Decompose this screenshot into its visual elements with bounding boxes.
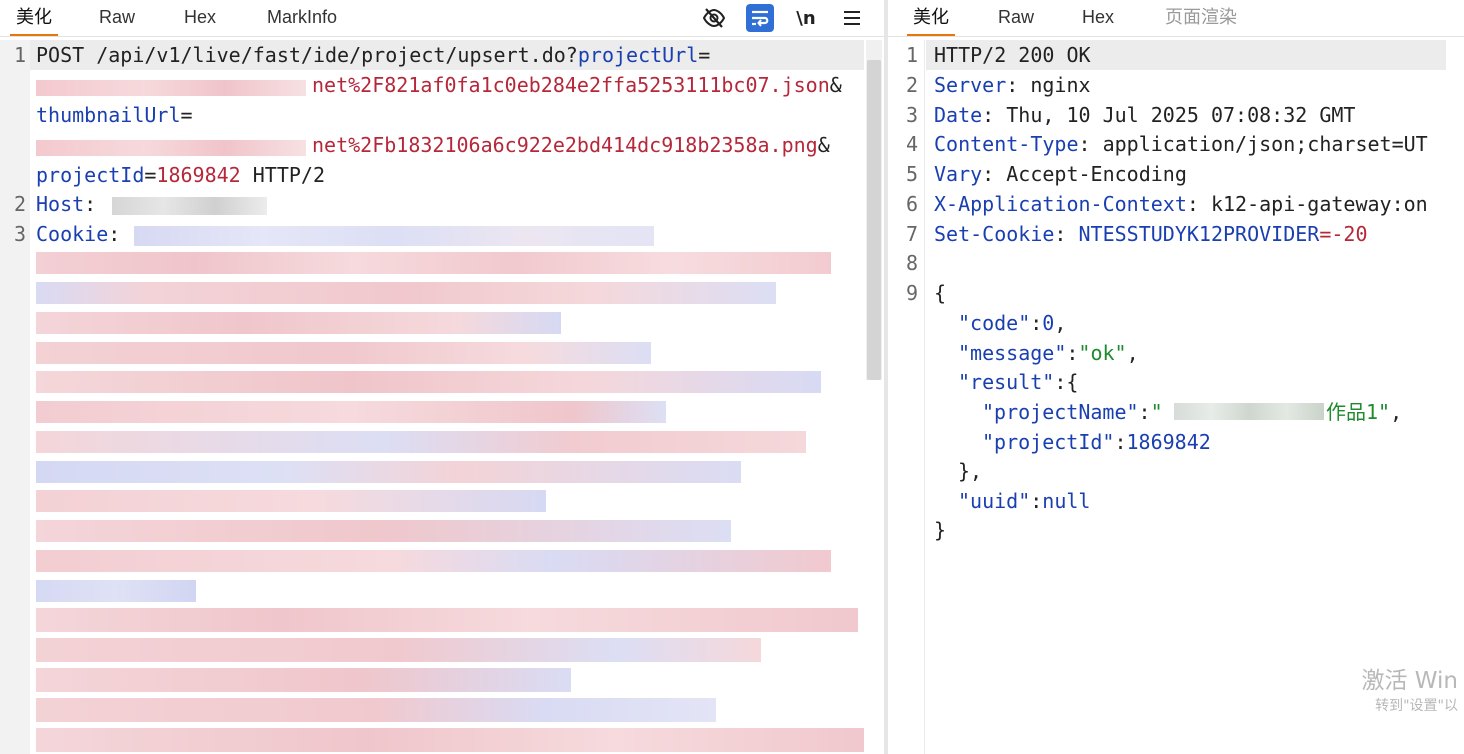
line-number: 8	[905, 251, 918, 275]
line-number: 6	[905, 192, 918, 216]
redacted-block	[36, 638, 761, 662]
url-param-value: net%2Fb1832106a6c922e2bd414dc918b2358a.p…	[312, 133, 830, 157]
redacted-block	[36, 431, 806, 453]
line-number: 2	[905, 73, 918, 97]
cookie-header: Cookie:	[36, 222, 133, 246]
request-panel: 美化 Raw Hex MarkInfo \n 1 2 3 POST /api/v…	[0, 0, 884, 754]
activation-watermark-title: 激活 Win	[1361, 668, 1458, 694]
redacted-block	[36, 282, 776, 304]
response-header: X-Application-Context: k12-api-gateway:o…	[934, 192, 1428, 216]
json-open-brace: {	[934, 281, 947, 305]
redacted-block	[36, 668, 571, 692]
response-header: Content-Type: application/json;charset=U…	[934, 132, 1428, 156]
json-message-line: "message":"ok",	[958, 341, 1139, 365]
redacted-block	[36, 342, 651, 364]
host-header: Host:	[36, 192, 109, 216]
redacted-block	[36, 371, 821, 393]
json-code-line: "code":0,	[958, 311, 1067, 335]
tab-render[interactable]: 页面渲染	[1165, 0, 1237, 35]
response-header: Set-Cookie: NTESSTUDYK12PROVIDER=-20	[934, 222, 1368, 246]
response-header: Vary: Accept-Encoding	[934, 162, 1187, 186]
json-projectname-line: "projectName":"	[982, 400, 1163, 424]
redacted-block	[36, 698, 716, 722]
word-wrap-icon[interactable]	[746, 4, 774, 32]
newline-icon[interactable]: \n	[792, 4, 820, 32]
line-number: 1	[13, 43, 26, 67]
menu-icon[interactable]	[838, 4, 866, 32]
response-header: Server: nginx	[934, 73, 1091, 97]
redacted-block	[36, 490, 546, 512]
url-param-value: net%2F821af0fa1c0eb284e2ffa5253111bc07.j…	[312, 73, 842, 97]
status-line: HTTP/2 200 OK	[934, 43, 1091, 67]
line-number: 4	[905, 132, 918, 156]
request-tabbar: 美化 Raw Hex MarkInfo \n	[0, 0, 884, 37]
redacted-block	[36, 461, 741, 483]
request-line: POST /api/v1/live/fast/ide/project/upser…	[36, 43, 711, 67]
tab-hex[interactable]: Hex	[1082, 0, 1114, 35]
json-result-close: },	[958, 459, 983, 483]
tab-raw[interactable]: Raw	[998, 0, 1034, 35]
response-tabbar: 美化 Raw Hex 页面渲染	[888, 0, 1464, 37]
redacted-block	[36, 401, 666, 423]
redacted-block	[36, 312, 561, 334]
redacted-block	[1174, 403, 1324, 420]
tab-pretty[interactable]: 美化	[907, 0, 955, 36]
response-header: Date: Thu, 10 Jul 2025 07:08:32 GMT	[934, 103, 1356, 127]
redacted-block	[36, 608, 858, 632]
scroll-thumb[interactable]	[867, 60, 881, 380]
redacted-block	[36, 140, 306, 156]
json-projectid-line: "projectId":1869842	[982, 430, 1211, 454]
json-result-line: "result":{	[958, 370, 1079, 394]
json-projectname-value: 作品1",	[1326, 400, 1403, 424]
line-number: 2	[13, 192, 26, 216]
json-uuid-line: "uuid":null	[958, 489, 1091, 513]
redacted-block	[112, 197, 267, 215]
redacted-block	[36, 728, 864, 752]
line-number: 1	[905, 43, 918, 67]
line-number: 9	[905, 281, 918, 305]
tab-pretty[interactable]: 美化	[10, 0, 58, 36]
activation-watermark-subtitle: 转到"设置"以	[1375, 698, 1458, 714]
tab-hex[interactable]: Hex	[184, 0, 216, 35]
line-number: 3	[905, 103, 918, 127]
eye-slash-icon[interactable]	[700, 4, 728, 32]
tab-markinfo[interactable]: MarkInfo	[267, 0, 337, 35]
redacted-block	[36, 252, 831, 274]
line-number: 7	[905, 222, 918, 246]
url-param: thumbnailUrl=	[36, 103, 193, 127]
redacted-block	[134, 226, 654, 246]
redacted-block	[36, 520, 731, 542]
url-param: projectId=1869842 HTTP/2	[36, 163, 326, 187]
line-number-gutter	[0, 40, 30, 754]
line-number: 3	[13, 222, 26, 246]
json-close-brace: }	[934, 518, 947, 542]
response-panel: 美化 Raw Hex 页面渲染 1 2 3 4 5 6 7 8 9 HTTP/2…	[888, 0, 1464, 754]
line-number: 5	[905, 162, 918, 186]
tab-raw[interactable]: Raw	[99, 0, 135, 35]
redacted-block	[36, 80, 306, 96]
redacted-block	[36, 550, 831, 572]
redacted-block	[36, 580, 196, 602]
